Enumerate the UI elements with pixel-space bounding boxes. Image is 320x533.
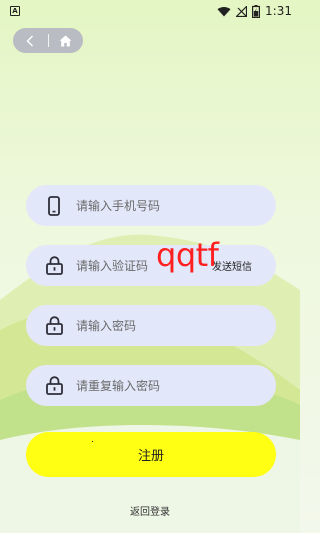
- confirm-password-field: [26, 365, 276, 406]
- phone-icon: [26, 185, 66, 226]
- no-signal-icon: [236, 5, 248, 17]
- password-input[interactable]: [66, 305, 276, 346]
- app-notification-icon: A: [10, 6, 20, 16]
- verification-code-input[interactable]: [66, 245, 212, 286]
- register-button[interactable]: 注册: [26, 432, 276, 477]
- send-sms-button[interactable]: 发送短信: [212, 258, 276, 273]
- phone-input[interactable]: [66, 185, 276, 226]
- status-bar: A 1:31: [0, 0, 300, 22]
- lock-icon: [26, 245, 66, 286]
- status-time: 1:31: [265, 4, 292, 18]
- stray-dot: [92, 441, 93, 442]
- verification-code-field: 发送短信: [26, 245, 276, 286]
- home-button[interactable]: [48, 28, 83, 53]
- nav-pill: [13, 28, 83, 53]
- wifi-icon: [217, 6, 231, 16]
- chevron-left-icon: [26, 35, 34, 46]
- lock-icon: [26, 305, 66, 346]
- back-to-login-link[interactable]: 返回登录: [0, 503, 300, 518]
- phone-field: [26, 185, 276, 226]
- confirm-password-input[interactable]: [66, 365, 276, 406]
- lock-icon: [26, 365, 66, 406]
- back-button[interactable]: [13, 28, 48, 53]
- password-field: [26, 305, 276, 346]
- battery-icon: [252, 4, 261, 18]
- home-icon: [59, 35, 72, 46]
- status-indicators: 1:31: [217, 4, 292, 18]
